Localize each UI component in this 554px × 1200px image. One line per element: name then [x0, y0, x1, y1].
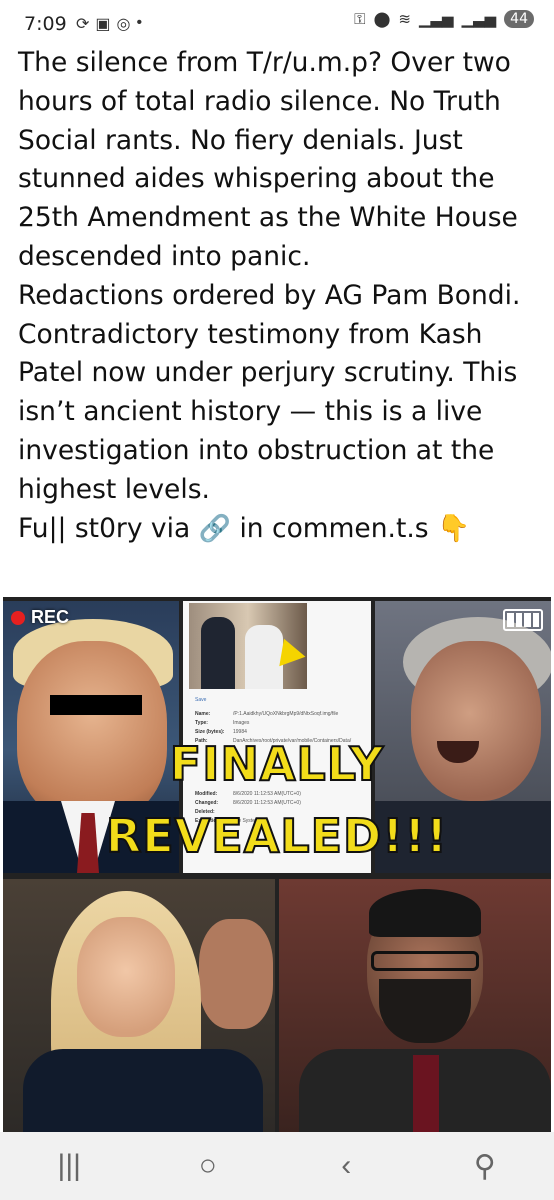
doc-row: Type: Images	[195, 720, 250, 726]
recent-apps-button[interactable]: |||	[29, 1149, 109, 1183]
doc-row: Size (bytes): 19984	[195, 729, 247, 735]
accessibility-button[interactable]: ⚲	[445, 1149, 525, 1184]
rec-indicator: REC	[11, 607, 69, 628]
doc-row: Modified: 8/6/2020 11:12:53 AM(UTC+0)	[195, 791, 301, 797]
point-down-icon: 👇	[437, 512, 470, 544]
doc-row: Name:/P:1.Aaidkhy/UQoXNkbrgMp9/dNtxSoqf.…	[195, 711, 339, 717]
key-icon: ⚿	[354, 10, 366, 28]
back-button[interactable]: ‹	[306, 1149, 386, 1183]
bondi-photo	[3, 879, 275, 1132]
status-right-icons: ⚿ ⬤ ≋ ▁▃▅ ▁▃▅ 44	[354, 10, 534, 28]
screenshot-icon: ▣	[95, 16, 111, 33]
doc-row: Changed: 8/6/2020 11:12:53 AM(UTC+0)	[195, 800, 301, 806]
app-icon: ◎	[116, 16, 131, 33]
post-body: The silence from T/r/u.m.p? Over two hou…	[18, 47, 521, 544]
location-icon: ⬤	[373, 11, 391, 28]
signal-icon: ▁▃▅	[418, 11, 454, 28]
rec-dot-icon	[11, 610, 25, 625]
doc-save-label: Save	[195, 697, 207, 703]
censor-bar	[50, 695, 142, 715]
post-image[interactable]: REC Save Name:/P:1.Aaidkhy/UQoXNkbrgMp9/…	[3, 597, 551, 1132]
rec-label: REC	[31, 607, 70, 627]
headline-line1: FINALLY	[169, 736, 385, 792]
headline-line2: REVEALED!!!	[105, 808, 449, 864]
dot-icon: •	[136, 14, 143, 31]
signal-icon: ▁▃▅	[461, 11, 497, 28]
post-text-after: in commen.t.s	[231, 512, 437, 544]
battery-badge: 44	[504, 10, 534, 28]
sync-icon: ⟳	[76, 16, 90, 33]
status-left-icons: ⟳ ▣ ◎ •	[76, 14, 142, 34]
home-button[interactable]: ○	[168, 1149, 248, 1183]
status-time: 7:09	[24, 13, 67, 35]
patel-photo	[279, 879, 551, 1132]
status-bar: 7:09 ⟳ ▣ ◎ • ⚿ ⬤ ≋ ▁▃▅ ▁▃▅ 44	[0, 0, 554, 46]
camera-battery-icon	[503, 609, 543, 631]
system-nav-bar: ||| ○ ‹ ⚲	[0, 1132, 554, 1200]
post-text: The silence from T/r/u.m.p? Over two hou…	[18, 44, 542, 548]
wifi-icon: ≋	[398, 11, 411, 28]
link-icon: 🔗	[198, 513, 232, 544]
